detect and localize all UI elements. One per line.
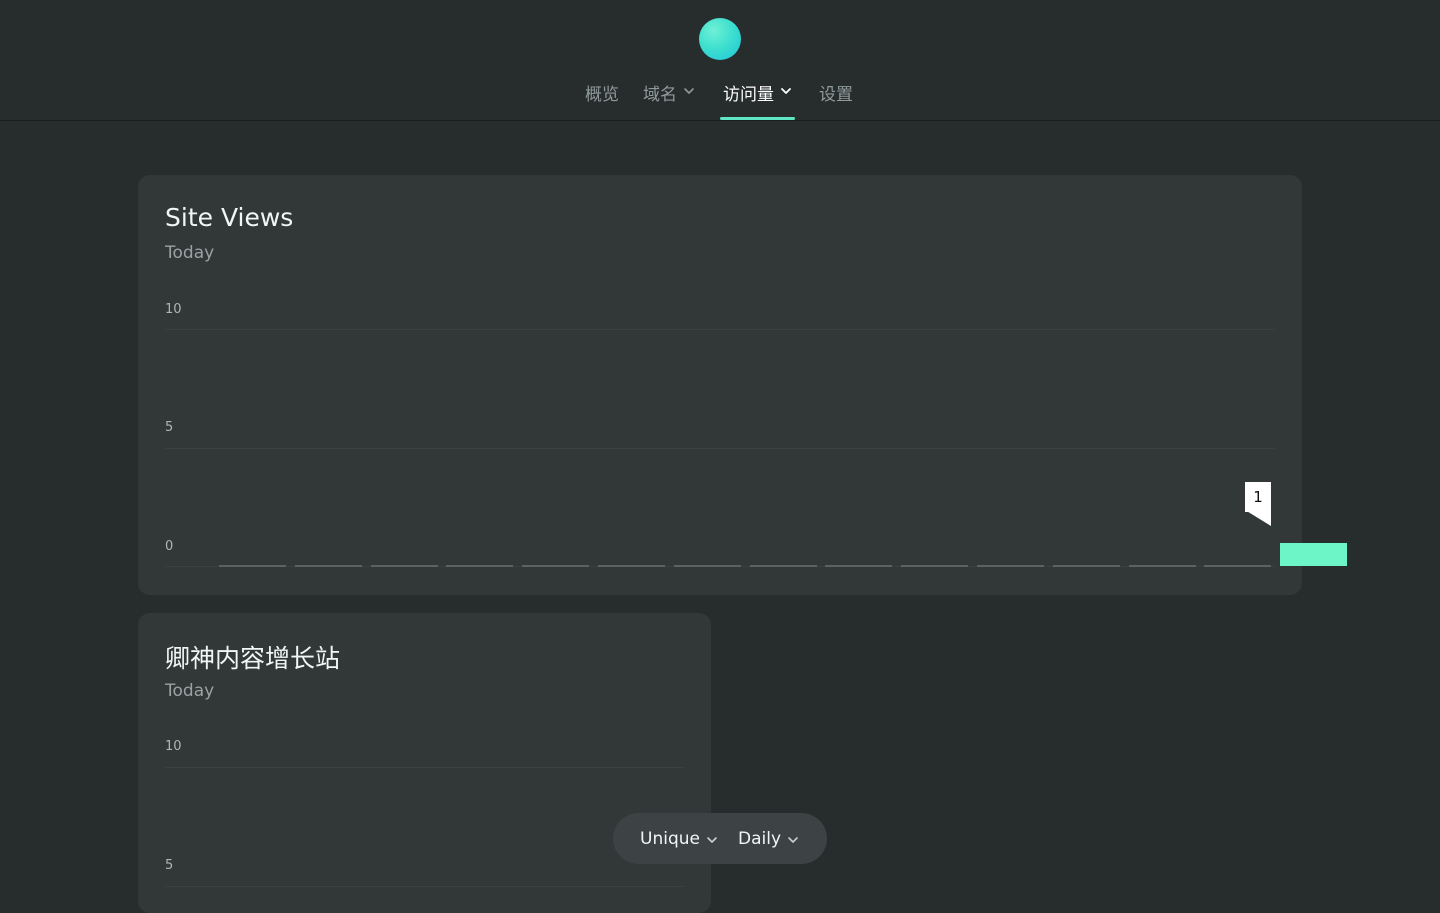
chart-bar[interactable]: [1129, 565, 1196, 567]
nav-item-label: 概览: [585, 85, 619, 105]
tooltip-pointer: [1245, 510, 1271, 526]
y-tick-label: 0: [165, 539, 174, 554]
nav-item-overview[interactable]: 概览: [585, 80, 619, 120]
chevron-down-icon: [780, 85, 792, 97]
nav-item-label: 访问量: [723, 85, 774, 105]
grid-line: [165, 329, 1275, 330]
main-nav: 概览 域名 访问量 设置: [0, 80, 1440, 120]
nav-item-traffic[interactable]: 访问量: [720, 80, 795, 120]
card-title: Site Views: [165, 203, 294, 232]
grid-line: [165, 886, 684, 887]
view-controls: Unique Daily: [613, 813, 827, 864]
card-title: 卿神内容增长站: [165, 644, 341, 673]
chart-bar[interactable]: [674, 565, 741, 567]
y-tick-label: 10: [165, 739, 182, 754]
chart-bar[interactable]: [1204, 565, 1271, 567]
chart-bar[interactable]: [219, 565, 286, 567]
interval-dropdown[interactable]: Daily: [738, 813, 799, 864]
chart-bar[interactable]: [977, 565, 1044, 567]
chart-bar[interactable]: [598, 565, 665, 567]
nav-item-settings[interactable]: 设置: [819, 80, 853, 120]
nav-item-domains[interactable]: 域名: [643, 80, 695, 120]
chart-bar[interactable]: [750, 565, 817, 567]
card-subtitle: Today: [165, 681, 215, 701]
chevron-down-icon: [683, 85, 695, 97]
top-bar: 概览 域名 访问量 设置: [0, 0, 1440, 121]
chart-bar[interactable]: [371, 565, 438, 567]
chart-bar[interactable]: [1280, 543, 1347, 566]
chart-bar[interactable]: [901, 565, 968, 567]
nav-item-label: 设置: [819, 85, 853, 105]
chevron-down-icon: [706, 834, 718, 846]
site-card: 卿神内容增长站 Today 10 5: [138, 613, 711, 913]
bar-tooltip: 1: [1245, 482, 1271, 512]
y-tick-label: 5: [165, 420, 174, 435]
chart-bar[interactable]: [446, 565, 513, 567]
chart-bar[interactable]: [295, 565, 362, 567]
metric-dropdown[interactable]: Unique: [640, 813, 718, 864]
chart-bar[interactable]: [825, 565, 892, 567]
tooltip-value: 1: [1253, 488, 1263, 506]
grid-line: [165, 448, 1275, 449]
chart-bar[interactable]: [522, 565, 589, 567]
card-subtitle: Today: [165, 243, 215, 263]
logo[interactable]: [699, 18, 741, 60]
interval-dropdown-label: Daily: [738, 828, 782, 849]
grid-line: [165, 767, 684, 768]
metric-dropdown-label: Unique: [640, 828, 700, 849]
chevron-down-icon: [787, 834, 799, 846]
nav-item-label: 域名: [643, 85, 677, 105]
site-views-card: Site Views Today 10 5 0 1: [138, 175, 1347, 595]
y-tick-label: 10: [165, 302, 182, 317]
chart-bar[interactable]: [1053, 565, 1120, 567]
y-tick-label: 5: [165, 858, 174, 873]
